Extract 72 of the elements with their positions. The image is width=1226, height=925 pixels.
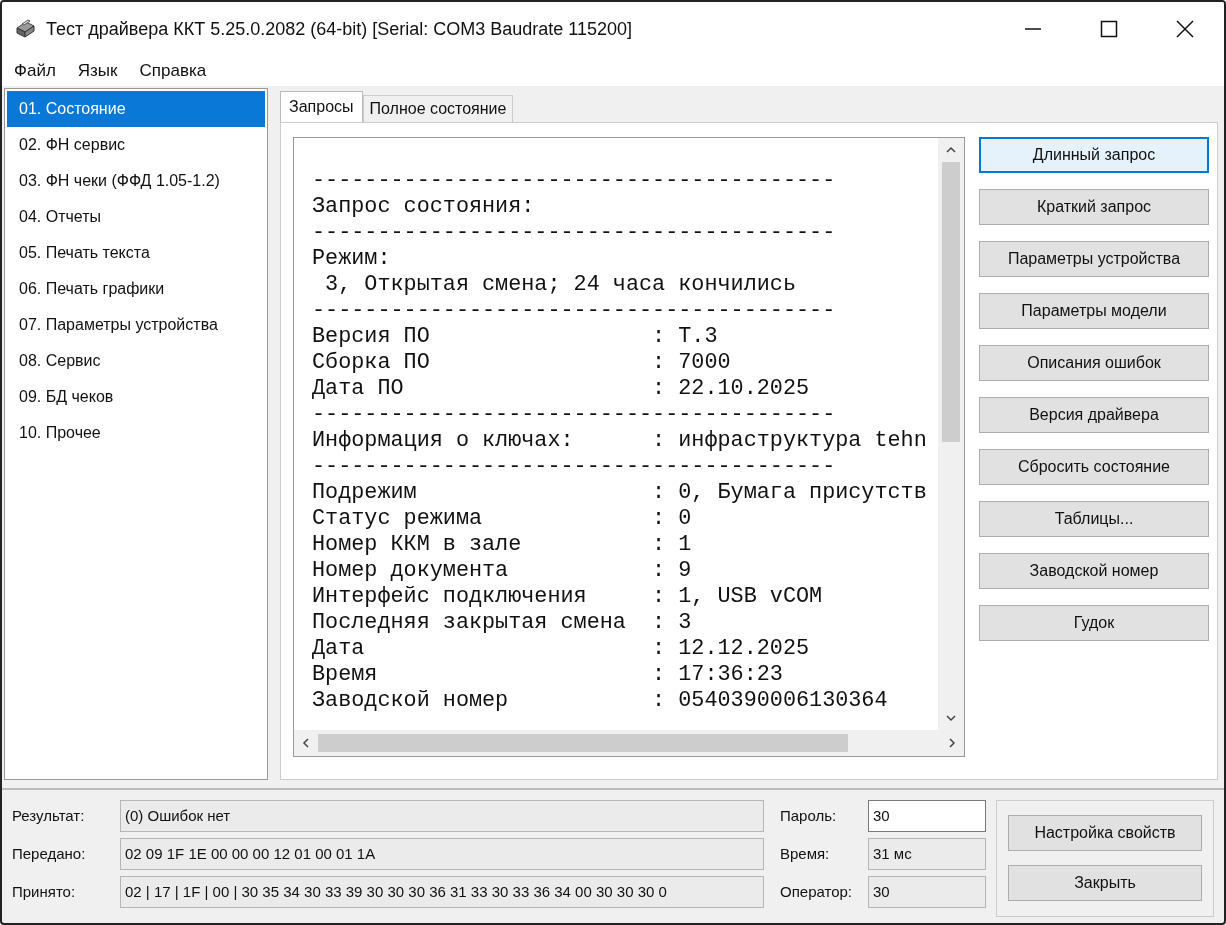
output-line: Версия ПО : T.3	[312, 324, 719, 350]
menu-item[interactable]: Язык	[77, 61, 118, 81]
section-item[interactable]: 04. Отчеты	[7, 199, 265, 235]
field-label: Время:	[780, 844, 831, 864]
section-item[interactable]: 09. БД чеков	[7, 379, 265, 415]
scrollbar-thumb[interactable]	[942, 162, 960, 442]
scrollbar-thumb[interactable]	[318, 734, 848, 752]
maximize-icon[interactable]	[1100, 20, 1118, 38]
action-button[interactable]: Описания ошибок	[979, 345, 1209, 381]
scroll-left-icon[interactable]	[302, 738, 310, 748]
section-item[interactable]: 02. ФН сервис	[7, 127, 265, 163]
action-button[interactable]: Заводской номер	[979, 553, 1209, 589]
printer-icon	[14, 19, 36, 39]
output-line: 3, Открытая смена; 24 часа кончились	[324, 272, 797, 298]
menu-item[interactable]: Файл	[14, 61, 56, 81]
dialog-button[interactable]: Закрыть	[1008, 865, 1202, 901]
output-line: ----------------------------------------	[312, 298, 837, 324]
close-icon[interactable]	[1176, 20, 1194, 38]
action-button[interactable]: Гудок	[979, 605, 1209, 641]
output-line: Режим:	[312, 246, 392, 272]
action-button[interactable]: Сбросить состояние	[979, 449, 1209, 485]
output-line: ----------------------------------------	[312, 402, 837, 428]
tab[interactable]: Полное состояние	[362, 95, 514, 122]
output-line: Дата : 12.12.2025	[312, 636, 811, 662]
output-line: Последняя закрытая смена : 3	[312, 610, 693, 636]
output-line: Номер документа : 9	[312, 558, 693, 584]
section-item[interactable]: 03. ФН чеки (ФФД 1.05-1.2)	[7, 163, 265, 199]
output-line: ----------------------------------------	[312, 454, 837, 480]
section-item[interactable]: 07. Параметры устройства	[7, 307, 265, 343]
field-label: Передано:	[12, 844, 87, 864]
output-line: ----------------------------------------	[312, 220, 837, 246]
section-item[interactable]: 06. Печать графики	[7, 271, 265, 307]
output-line: Время : 17:36:23	[312, 662, 784, 688]
output-line: ----------------------------------------	[312, 168, 837, 194]
menu-item[interactable]: Справка	[139, 61, 207, 81]
field-label: Принято:	[12, 882, 77, 902]
output-line: Сборка ПО : 7000	[312, 350, 732, 376]
output-line: Дата ПО : 22.10.2025	[312, 376, 811, 402]
field-label: Оператор:	[780, 882, 854, 902]
action-button[interactable]: Длинный запрос	[979, 137, 1209, 173]
readonly-field: 02 | 17 | 1F | 00 | 30 35 34 30 33 39 30 30 30 36 31 33 30 33 36 34 00 30 30 30 0	[120, 876, 764, 908]
section-item[interactable]: 05. Печать текста	[7, 235, 265, 271]
action-button[interactable]: Краткий запрос	[979, 189, 1209, 225]
vertical-scrollbar[interactable]	[938, 138, 964, 730]
dialog-button[interactable]: Настройка свойств	[1008, 815, 1202, 851]
output-line: Подрежим : 0, Бумага присутств	[312, 480, 928, 506]
field-label: Результат:	[12, 806, 86, 826]
section-item[interactable]: 08. Сервис	[7, 343, 265, 379]
output-line: Номер ККМ в зале : 1	[312, 532, 693, 558]
window-title: Тест драйвера ККТ 5.25.0.2082 (64-bit) [Serial: COM3 Baudrate 115200]	[46, 18, 633, 40]
section-item[interactable]: 10. Прочее	[7, 415, 265, 451]
output-line: Информация о ключах: : инфраструктура tehn	[312, 428, 928, 454]
readonly-field: 30	[868, 876, 986, 908]
input-field[interactable]: 30	[868, 800, 986, 832]
output-line: Интерфейс подключения : 1, USB vCOM	[312, 584, 824, 610]
action-button[interactable]: Параметры модели	[979, 293, 1209, 329]
readonly-field: 02 09 1F 1E 00 00 00 12 01 00 01 1A	[120, 838, 764, 870]
action-button[interactable]: Версия драйвера	[979, 397, 1209, 433]
scroll-up-icon[interactable]	[946, 146, 956, 154]
scroll-right-icon[interactable]	[948, 738, 956, 748]
section-item[interactable]: 01. Состояние	[7, 91, 265, 127]
output-line: Заводской номер : 0540390006130364	[312, 688, 889, 714]
horizontal-scrollbar[interactable]	[294, 730, 964, 756]
readonly-field: (0) Ошибок нет	[120, 800, 764, 832]
scroll-down-icon[interactable]	[946, 714, 956, 722]
field-label: Пароль:	[780, 806, 838, 826]
output-line: Запрос состояния:	[312, 194, 536, 220]
action-button[interactable]: Таблицы...	[979, 501, 1209, 537]
readonly-field: 31 мс	[868, 838, 986, 870]
output-line: Статус режима : 0	[312, 506, 693, 532]
action-button[interactable]: Параметры устройства	[979, 241, 1209, 277]
tab[interactable]: Запросы	[280, 91, 363, 122]
